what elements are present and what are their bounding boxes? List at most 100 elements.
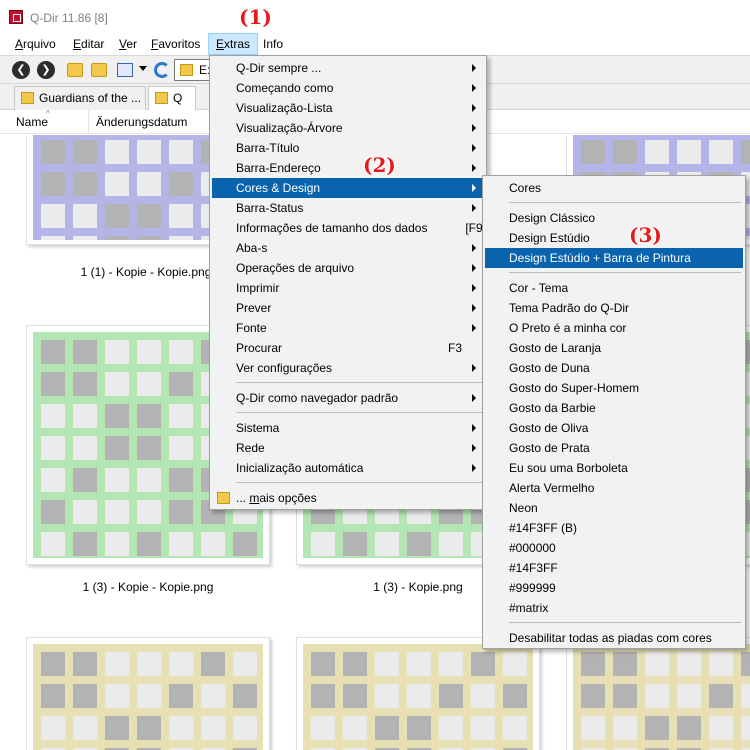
menu-item-sistema[interactable]: Sistema <box>212 418 484 438</box>
submenu-item-super-homem[interactable]: Gosto do Super-Homem <box>485 378 743 398</box>
menu-item-ver-configuracoes[interactable]: Ver configurações <box>212 358 484 378</box>
callout-step-3: (3) <box>629 223 662 247</box>
image-cell <box>677 140 701 164</box>
submenu-arrow-icon <box>472 184 476 192</box>
image-cell <box>105 340 129 364</box>
submenu-item-barbie[interactable]: Gosto da Barbie <box>485 398 743 418</box>
menu-item-label: Cores <box>509 181 542 195</box>
image-cell <box>137 468 161 492</box>
image-cell <box>73 716 97 740</box>
file-thumbnail[interactable] <box>26 637 270 750</box>
image-cell <box>169 716 193 740</box>
submenu-item-design-estudio-barra-pintura[interactable]: Design Estúdio + Barra de Pintura <box>485 248 743 268</box>
column-date[interactable]: Änderungsdatum <box>96 115 187 129</box>
submenu-item-alerta-vermelho[interactable]: Alerta Vermelho <box>485 478 743 498</box>
menu-item-qdir-sempre[interactable]: Q-Dir sempre ... <box>212 58 484 78</box>
submenu-item-matrix[interactable]: #matrix <box>485 598 743 618</box>
file-thumbnail[interactable] <box>566 637 750 750</box>
menu-item-navegador-padrao[interactable]: Q-Dir como navegador padrão <box>212 388 484 408</box>
menu-arquivo[interactable]: Arquivo <box>8 33 63 55</box>
folder-up-icon[interactable] <box>67 63 83 77</box>
file-name[interactable]: 1 (3) - Kopie - Kopie.png <box>26 580 270 594</box>
image-cell <box>73 204 97 228</box>
submenu-item-laranja[interactable]: Gosto de Laranja <box>485 338 743 358</box>
menu-item-procurar[interactable]: Procurar F3 <box>212 338 484 358</box>
image-cell <box>375 532 399 556</box>
app-icon[interactable] <box>9 10 23 24</box>
menu-mnemonic: A <box>15 37 24 51</box>
menu-item-comecando-como[interactable]: Começando como <box>212 78 484 98</box>
menu-item-barra-endereco[interactable]: Barra-Endereço <box>212 158 484 178</box>
submenu-item-tema-padrao[interactable]: Tema Padrão do Q-Dir <box>485 298 743 318</box>
submenu-item-14f3ff-b[interactable]: #14F3FF (B) <box>485 518 743 538</box>
image-cell <box>233 532 257 556</box>
tab-q[interactable]: Q <box>148 86 196 110</box>
menu-item-cores-design[interactable]: Cores & Design <box>212 178 484 198</box>
image-cell <box>169 684 193 708</box>
submenu-item-cores[interactable]: Cores <box>485 178 743 198</box>
image-cell <box>73 684 97 708</box>
image-cell <box>169 340 193 364</box>
menu-item-fonte[interactable]: Fonte <box>212 318 484 338</box>
file-thumbnail[interactable] <box>296 637 540 750</box>
submenu-item-999999[interactable]: #999999 <box>485 578 743 598</box>
menu-item-barra-status[interactable]: Barra-Status <box>212 198 484 218</box>
menu-item-inicializacao-automatica[interactable]: Inicialização automática <box>212 458 484 478</box>
menu-item-visualizacao-lista[interactable]: Visualização-Lista <box>212 98 484 118</box>
menu-item-prever[interactable]: Prever <box>212 298 484 318</box>
menu-ver[interactable]: Ver <box>112 33 144 55</box>
menu-favoritos[interactable]: Favoritos <box>144 33 207 55</box>
submenu-item-design-classico[interactable]: Design Clássico <box>485 208 743 228</box>
menu-item-label: #matrix <box>509 601 549 615</box>
tab-guardians[interactable]: Guardians of the ... <box>14 86 146 110</box>
submenu-item-duna[interactable]: Gosto de Duna <box>485 358 743 378</box>
new-folder-icon[interactable] <box>91 63 107 77</box>
menu-item-label: #999999 <box>509 581 556 595</box>
image-cell <box>41 372 65 396</box>
view-mode-icon[interactable] <box>117 63 133 77</box>
image-cell <box>343 652 367 676</box>
menu-label-rest: er <box>126 37 138 51</box>
image-cell <box>581 140 605 164</box>
image-cell <box>613 716 637 740</box>
refresh-icon[interactable] <box>154 62 170 78</box>
submenu-item-cor-tema[interactable]: Cor - Tema <box>485 278 743 298</box>
submenu-item-prata[interactable]: Gosto de Prata <box>485 438 743 458</box>
menu-editar[interactable]: Editar <box>66 33 111 55</box>
image-cell <box>137 652 161 676</box>
forward-icon[interactable]: ❯ <box>37 61 55 79</box>
image-cell <box>41 172 65 196</box>
menu-info[interactable]: Info <box>256 33 290 55</box>
menu-item-abas[interactable]: Aba-s <box>212 238 484 258</box>
chevron-down-icon[interactable] <box>139 66 147 71</box>
menu-item-barra-titulo[interactable]: Barra-Título <box>212 138 484 158</box>
image-cell <box>581 652 605 676</box>
menu-item-informacoes-tamanho[interactable]: Informações de tamanho dos dados [F9] <box>212 218 486 238</box>
submenu-arrow-icon <box>472 364 476 372</box>
image-cell <box>645 652 669 676</box>
menu-item-rede[interactable]: Rede <box>212 438 484 458</box>
menu-extras[interactable]: Extras <box>208 33 259 55</box>
image-cell <box>581 716 605 740</box>
column-name[interactable]: Name <box>16 115 48 129</box>
submenu-item-neon[interactable]: Neon <box>485 498 743 518</box>
submenu-item-oliva[interactable]: Gosto de Oliva <box>485 418 743 438</box>
image-cell <box>105 716 129 740</box>
back-icon[interactable]: ❮ <box>12 61 30 79</box>
submenu-item-preto[interactable]: O Preto é a minha cor <box>485 318 743 338</box>
submenu-item-000000[interactable]: #000000 <box>485 538 743 558</box>
submenu-arrow-icon <box>472 104 476 112</box>
submenu-item-borboleta[interactable]: Eu sou uma Borboleta <box>485 458 743 478</box>
menu-item-imprimir[interactable]: Imprimir <box>212 278 484 298</box>
menu-item-visualizacao-arvore[interactable]: Visualização-Árvore <box>212 118 484 138</box>
menu-label-rest: ditar <box>81 37 105 51</box>
image-cell <box>343 716 367 740</box>
menu-item-mais-opcoes[interactable]: ... mais opções <box>212 488 484 508</box>
column-divider[interactable] <box>88 110 89 134</box>
submenu-item-design-estudio[interactable]: Design Estúdio <box>485 228 743 248</box>
address-bar[interactable]: E: <box>174 59 214 81</box>
menu-item-operacoes-arquivo[interactable]: Operações de arquivo <box>212 258 484 278</box>
submenu-item-desabilitar-piadas[interactable]: Desabilitar todas as piadas com cores <box>485 628 743 648</box>
menu-item-mnemonic: m <box>249 491 260 505</box>
submenu-item-14f3ff[interactable]: #14F3FF <box>485 558 743 578</box>
